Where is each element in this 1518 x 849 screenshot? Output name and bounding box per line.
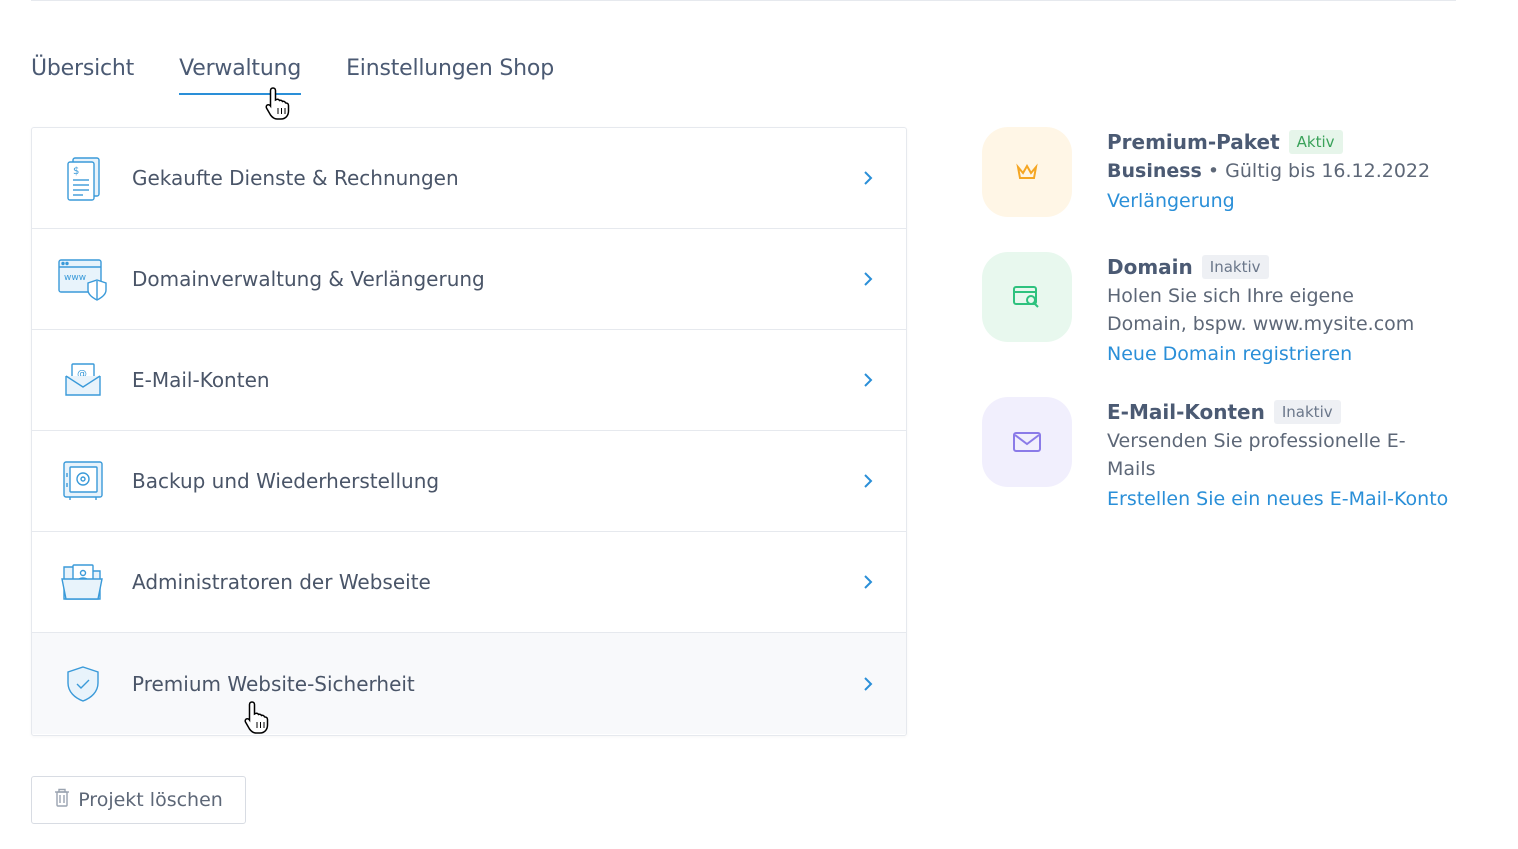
chevron-right-icon [860, 170, 876, 186]
email-envelope-icon: @ [57, 354, 109, 406]
svg-text:www: www [64, 273, 86, 283]
menu-item-purchased-services[interactable]: $ Gekaufte Dienste & Rechnungen [32, 128, 906, 229]
mail-icon [982, 397, 1072, 487]
menu-item-domain-management[interactable]: www Domainverwaltung & Verlängerung [32, 229, 906, 330]
tab-einstellungen-shop[interactable]: Einstellungen Shop [346, 56, 554, 95]
chevron-right-icon [860, 372, 876, 388]
menu-item-label: Backup und Wiederherstellung [132, 469, 440, 493]
register-domain-link[interactable]: Neue Domain registrieren [1107, 343, 1437, 365]
crown-icon [982, 127, 1072, 217]
menu-item-premium-security[interactable]: Premium Website-Sicherheit [32, 633, 906, 734]
service-title: E-Mail-Konten [1107, 400, 1265, 424]
hand-cursor-icon [264, 86, 294, 122]
chevron-right-icon [860, 676, 876, 692]
shield-check-icon [57, 658, 109, 710]
status-badge: Inaktiv [1201, 255, 1269, 279]
domain-search-icon [982, 252, 1072, 342]
delete-project-button[interactable]: Projekt löschen [31, 776, 246, 824]
invoice-document-icon: $ [57, 152, 109, 204]
menu-item-backup[interactable]: Backup und Wiederherstellung [32, 431, 906, 532]
trash-icon [54, 788, 70, 812]
menu-item-email-accounts[interactable]: @ E-Mail-Konten [32, 330, 906, 431]
tab-bar: Übersicht Verwaltung Einstellungen Shop [31, 56, 599, 95]
plan-name: Business [1107, 160, 1202, 182]
chevron-right-icon [860, 574, 876, 590]
renewal-link[interactable]: Verlängerung [1107, 190, 1447, 212]
status-badge: Inaktiv [1273, 400, 1341, 424]
menu-item-label: Administratoren der Webseite [132, 570, 431, 594]
service-title: Domain [1107, 255, 1193, 279]
create-email-link[interactable]: Erstellen Sie ein neues E-Mail-Konto [1107, 488, 1467, 510]
safe-vault-icon [57, 455, 109, 507]
management-menu: $ Gekaufte Dienste & Rechnungen www Doma… [31, 127, 907, 736]
menu-item-administrators[interactable]: Administratoren der Webseite [32, 532, 906, 633]
chevron-right-icon [860, 271, 876, 287]
browser-www-shield-icon: www [57, 253, 109, 305]
folder-user-icon [57, 556, 109, 608]
chevron-right-icon [860, 473, 876, 489]
menu-item-label: Domainverwaltung & Verlängerung [132, 267, 485, 291]
svg-text:$: $ [73, 166, 79, 177]
hand-cursor-icon [243, 700, 273, 736]
status-badge: Aktiv [1288, 130, 1343, 154]
top-divider [31, 0, 1456, 1]
validity-text: • Gültig bis 16.12.2022 [1207, 160, 1431, 182]
delete-project-label: Projekt löschen [78, 789, 223, 811]
service-description: Versenden Sie professionelle E-Mails [1107, 430, 1406, 480]
menu-item-label: Gekaufte Dienste & Rechnungen [132, 166, 459, 190]
service-description: Business • Gültig bis 16.12.2022 [1107, 157, 1447, 185]
tab-uebersicht[interactable]: Übersicht [31, 56, 134, 95]
service-title: Premium-Paket [1107, 130, 1280, 154]
service-description: Holen Sie sich Ihre eigene Domain, bspw.… [1107, 285, 1415, 335]
menu-item-label: Premium Website-Sicherheit [132, 671, 415, 696]
menu-item-label: E-Mail-Konten [132, 368, 270, 392]
